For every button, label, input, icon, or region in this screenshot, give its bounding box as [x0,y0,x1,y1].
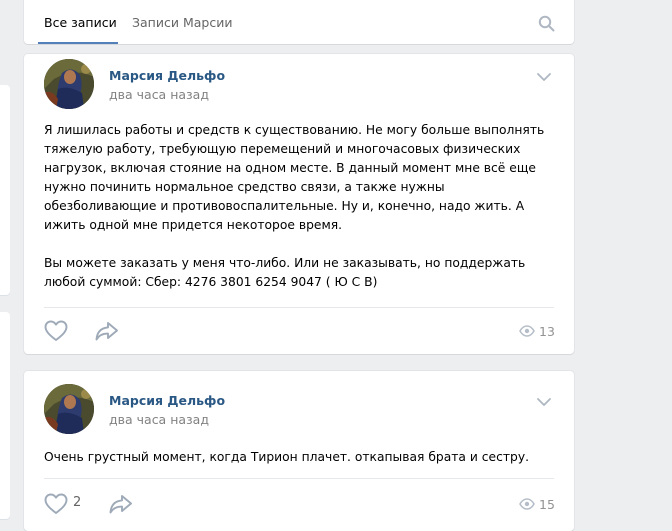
post-author[interactable]: Марсия Дельфо [109,68,225,83]
chevron-down-icon[interactable] [536,397,552,407]
share-icon[interactable] [94,320,120,342]
avatar[interactable] [44,384,94,434]
chevron-down-icon[interactable] [536,72,552,82]
post-divider [44,478,554,479]
post-paragraph: Я лишилась работы и средств к существова… [44,123,545,232]
heart-icon[interactable] [44,320,68,342]
left-column-block [0,312,10,519]
eye-icon [519,325,535,337]
eye-icon [519,498,535,510]
post-divider [44,307,554,308]
views-count: 13 [539,324,555,339]
post-text: Очень грустный момент, когда Тирион плач… [44,448,559,467]
likes-count[interactable]: 2 [73,495,81,510]
tab-author-posts[interactable]: Записи Марсии [132,15,232,31]
avatar[interactable] [44,59,94,109]
post-author[interactable]: Марсия Дельфо [109,393,225,408]
post-card: Марсия Дельфо два часа назад Я лишилась … [24,54,574,354]
left-column-block [0,85,10,295]
search-icon[interactable] [538,15,555,32]
wall-tabs: Все записи Записи Марсии [24,0,574,44]
heart-icon[interactable] [44,493,68,515]
share-icon[interactable] [108,493,134,515]
post-paragraph: Вы можете заказать у меня что-либо. Или … [44,256,526,289]
post-card: Марсия Дельфо два часа назад Очень груст… [24,371,574,531]
post-time[interactable]: два часа назад [109,412,209,427]
views-count: 15 [539,497,555,512]
active-tab-indicator [38,42,118,44]
post-paragraph: Очень грустный момент, когда Тирион плач… [44,450,530,464]
tab-all-posts[interactable]: Все записи [44,15,117,31]
post-time[interactable]: два часа назад [109,87,209,102]
post-text: Я лишилась работы и средств к существова… [44,121,559,292]
